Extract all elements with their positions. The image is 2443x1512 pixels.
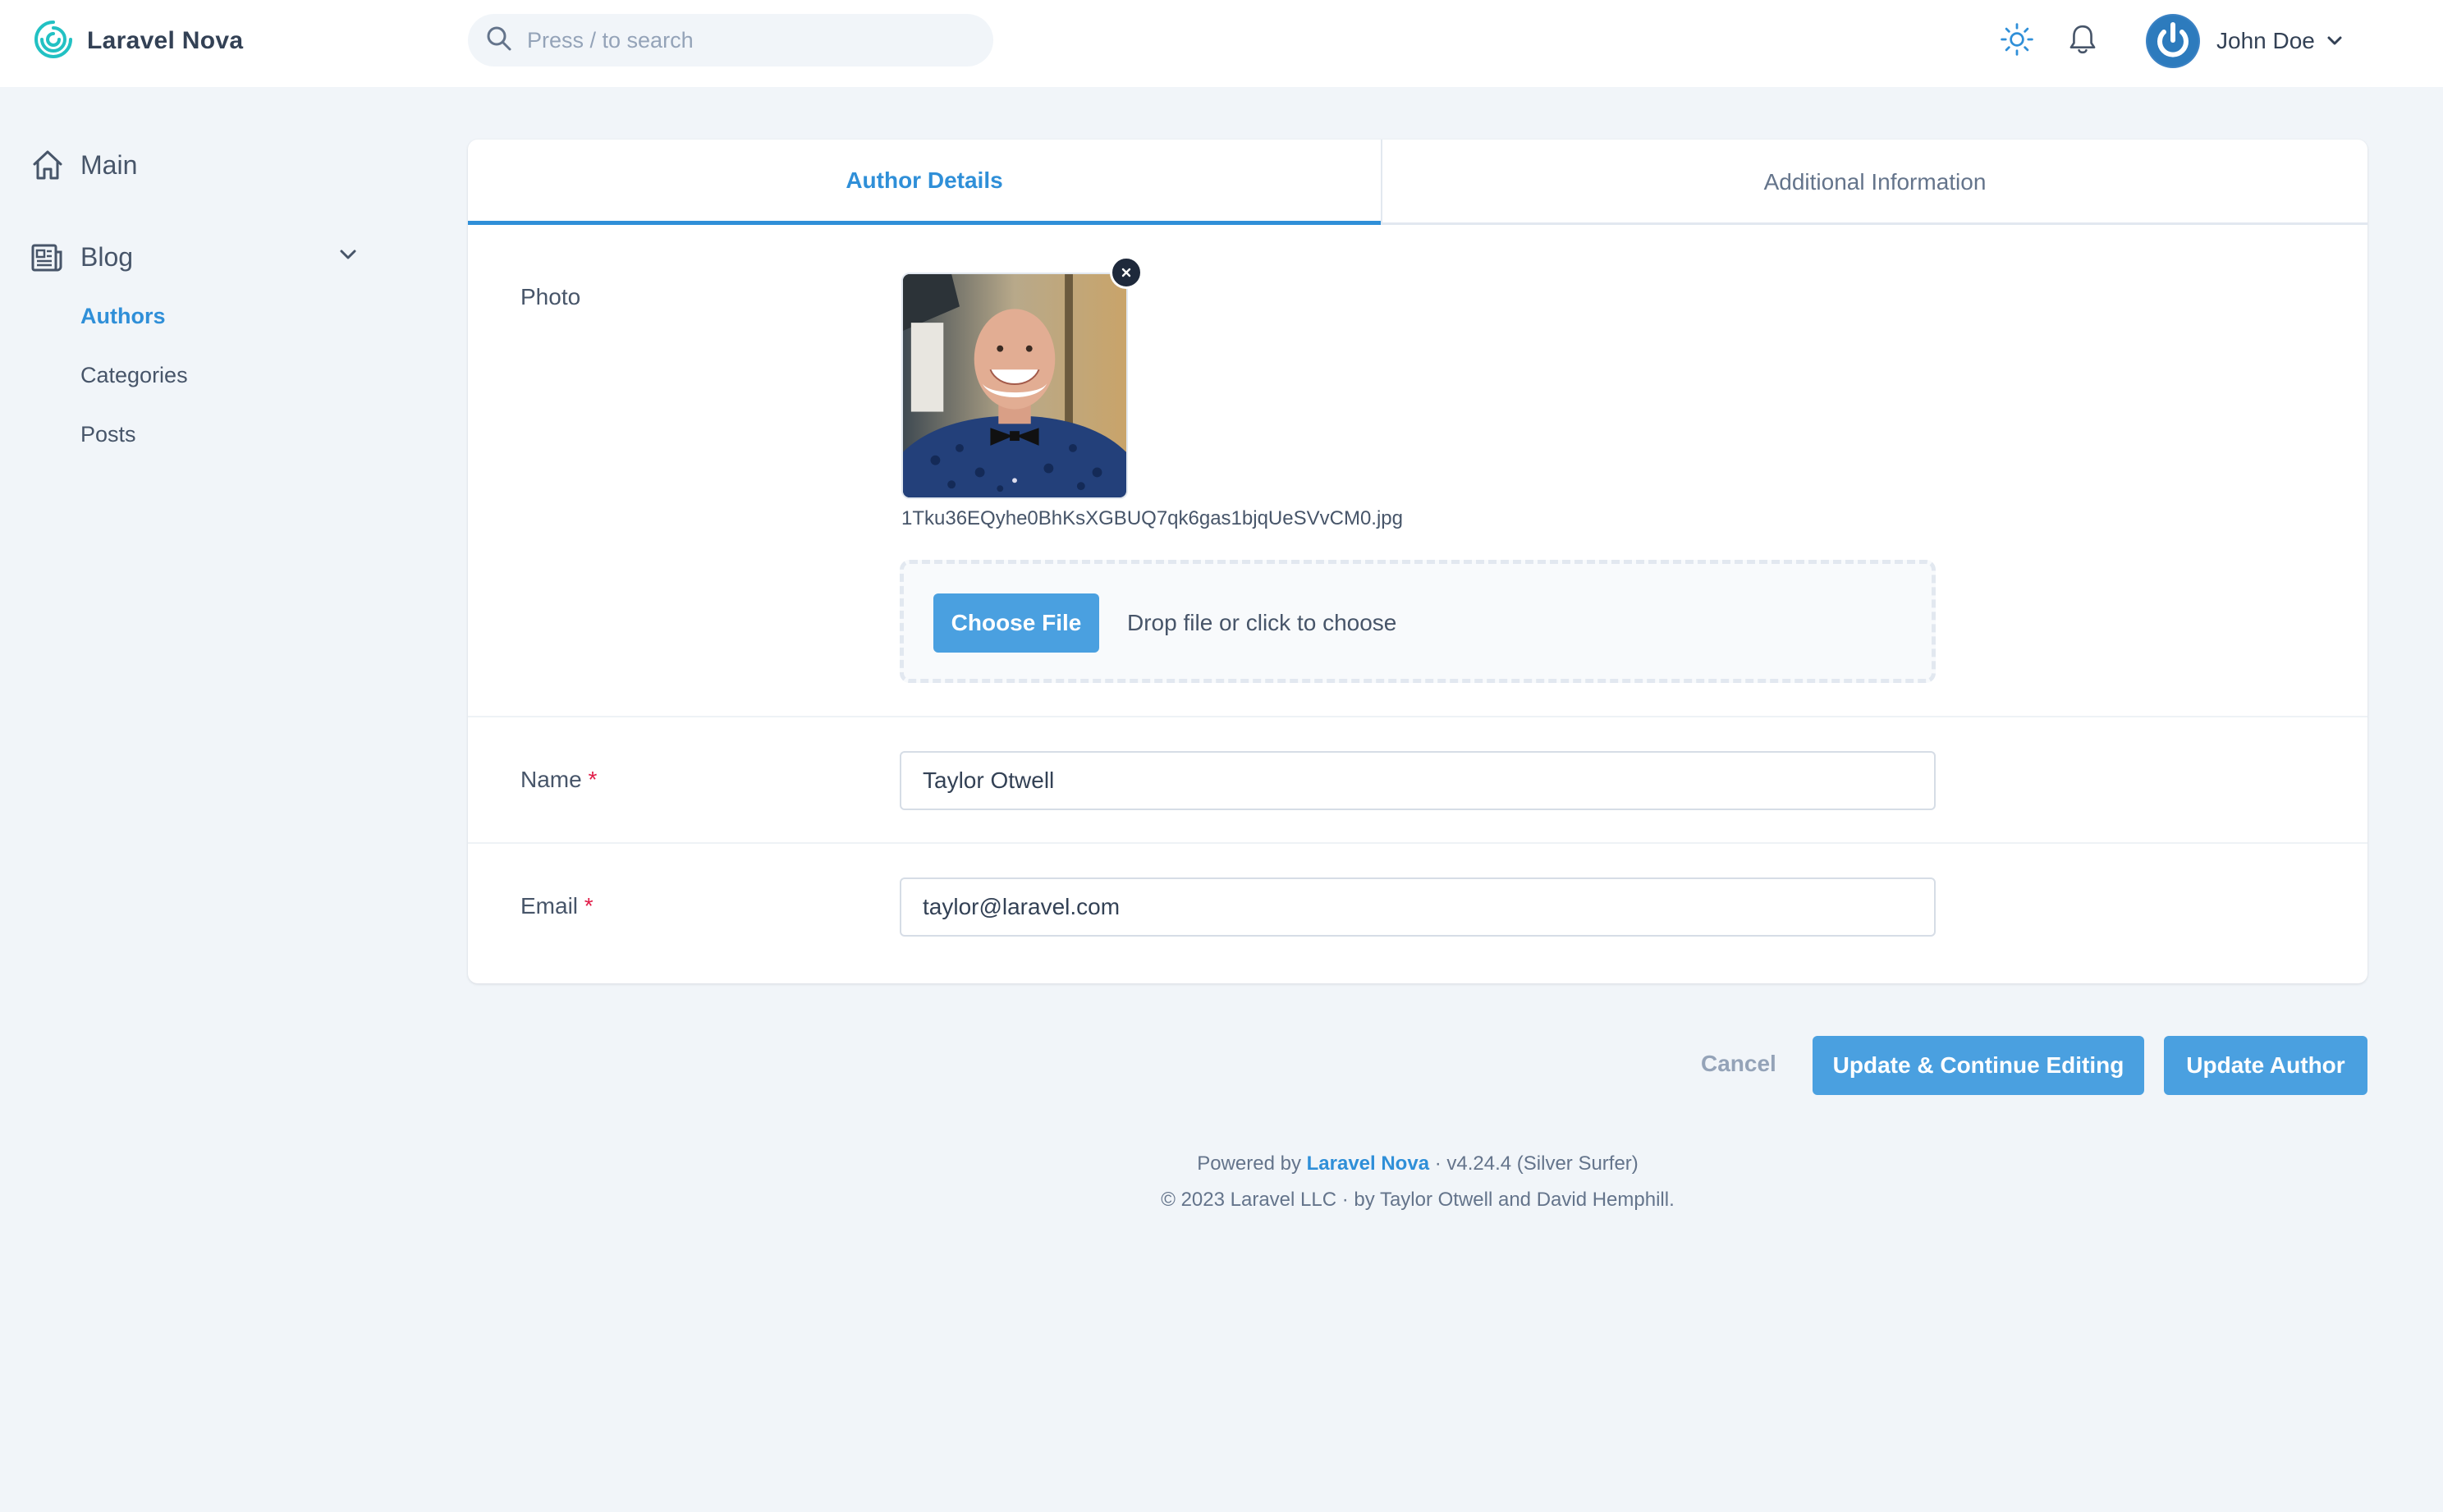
newspaper-icon (31, 244, 62, 272)
brand-name: Laravel Nova (87, 27, 244, 54)
sidebar-item-categories[interactable]: Categories (80, 363, 188, 388)
nova-logo-icon (33, 19, 74, 64)
close-icon (1121, 268, 1131, 277)
global-search[interactable] (468, 14, 993, 66)
edit-author-form: Author Details Additional Information Ph… (468, 140, 2367, 983)
choose-file-button[interactable]: Choose File (933, 593, 1099, 653)
name-label-text: Name (520, 767, 582, 792)
update-continue-button[interactable]: Update & Continue Editing (1813, 1036, 2144, 1095)
author-photo (901, 273, 1128, 499)
chevron-down-icon[interactable] (333, 240, 363, 269)
home-icon (33, 150, 62, 180)
top-bar: Laravel Nova Press / to search John Doe (0, 0, 2443, 87)
footer-version: · v4.24.4 (Silver Surfer) (1434, 1152, 1639, 1175)
photo-filename: 1Tku36EQyhe0BhKsXGBUQ7qk6gas1bjqUeSVvCM0… (901, 507, 1403, 529)
bell-icon (2065, 21, 2101, 62)
name-label: Name * (520, 767, 597, 793)
sidebar-item-main-label: Main (80, 149, 138, 180)
tab-bar: Author Details Additional Information (468, 140, 2367, 225)
footer-powered-prefix: Powered by (1197, 1152, 1301, 1175)
footer: Powered by Laravel Nova · v4.24.4 (Silve… (468, 1146, 2367, 1218)
row-divider (468, 716, 2367, 717)
photo-label: Photo (520, 284, 581, 309)
chevron-down-icon (2327, 36, 2342, 45)
sidebar-item-authors[interactable]: Authors (80, 304, 166, 329)
required-marker: * (584, 893, 594, 919)
footer-nova-link[interactable]: Laravel Nova (1307, 1152, 1429, 1175)
sidebar-item-posts[interactable]: Posts (80, 422, 136, 447)
update-author-button[interactable]: Update Author (2164, 1036, 2367, 1095)
notifications-button[interactable] (2062, 21, 2103, 62)
dropzone-hint: Drop file or click to choose (1127, 610, 1397, 635)
remove-photo-button[interactable] (1110, 256, 1143, 289)
search-input[interactable] (527, 27, 954, 53)
user-name: John Doe (2216, 28, 2315, 53)
power-icon (2146, 14, 2200, 68)
cancel-button[interactable]: Cancel (1701, 1051, 1776, 1077)
tab-additional-information[interactable]: Additional Information (1382, 140, 2367, 225)
footer-powered-line: Powered by Laravel Nova · v4.24.4 (Silve… (468, 1146, 2367, 1182)
user-menu[interactable]: John Doe (2146, 14, 2346, 68)
sun-icon (1998, 21, 2036, 62)
brand[interactable]: Laravel Nova (33, 20, 243, 62)
tab-author-details[interactable]: Author Details (468, 140, 1381, 225)
sidebar-item-main[interactable]: Main (30, 144, 137, 186)
theme-toggle-button[interactable] (1996, 21, 2037, 62)
email-label-text: Email (520, 893, 579, 919)
row-divider (468, 842, 2367, 844)
file-dropzone[interactable]: Choose File Drop file or click to choose (900, 560, 1936, 683)
required-marker: * (588, 767, 598, 792)
email-field[interactable] (900, 877, 1936, 937)
search-icon (468, 22, 516, 59)
sidebar-group-blog[interactable]: Blog (30, 236, 133, 277)
name-field[interactable] (900, 751, 1936, 810)
email-label: Email * (520, 893, 594, 919)
sidebar-group-blog-label: Blog (80, 241, 134, 272)
footer-copyright: © 2023 Laravel LLC · by Taylor Otwell an… (1161, 1189, 1675, 1211)
